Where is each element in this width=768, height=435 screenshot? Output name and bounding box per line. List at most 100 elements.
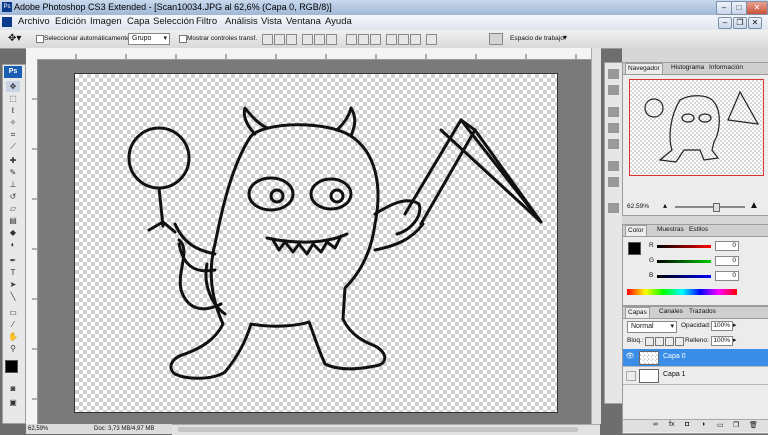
image-canvas[interactable] — [74, 73, 558, 413]
channel-g-value[interactable]: 0 — [715, 256, 739, 266]
layer-name[interactable]: Capa 1 — [663, 371, 686, 378]
slice-tool-icon[interactable]: ⟋ — [6, 141, 20, 152]
eraser-tool-icon[interactable]: ▱ — [6, 203, 20, 214]
doc-restore-icon[interactable]: ❐ — [733, 17, 747, 29]
tool-presets-panel-icon[interactable] — [608, 123, 619, 133]
zoom-slider[interactable] — [675, 206, 745, 208]
menu-filtro[interactable]: Filtro — [196, 16, 217, 27]
horizontal-scrollbar[interactable] — [172, 424, 600, 435]
new-group-icon[interactable]: ▭ — [717, 421, 724, 429]
align-right-icon[interactable] — [326, 34, 337, 45]
opacity-value[interactable]: 100% — [711, 321, 733, 331]
align-bottom-icon[interactable] — [286, 34, 297, 45]
layer-row-capa-1[interactable]: Capa 1 — [623, 367, 768, 385]
menu-capa[interactable]: Capa — [127, 16, 150, 27]
adjustment-layer-icon[interactable]: ◑ — [701, 421, 705, 428]
zoom-tool-icon[interactable]: ⚲ — [6, 343, 20, 354]
navigator-preview[interactable] — [629, 79, 764, 176]
lasso-tool-icon[interactable]: ℓ — [6, 105, 20, 116]
new-layer-icon[interactable]: ❐ — [733, 421, 739, 429]
workspace-icon[interactable] — [489, 33, 503, 45]
color-foreground-swatch[interactable] — [628, 242, 641, 255]
move-tool-icon[interactable]: ✥ — [6, 81, 20, 92]
move-tool-preset-icon[interactable]: ✥▾ — [8, 33, 21, 44]
blur-tool-icon[interactable]: ◆ — [6, 227, 20, 238]
tab-informacion[interactable]: Información — [707, 63, 745, 73]
workspace-chevron-icon[interactable]: ▾ — [563, 33, 567, 42]
notes-tool-icon[interactable]: ▭ — [6, 307, 20, 318]
channel-g-slider[interactable] — [657, 260, 711, 263]
visibility-eye-icon[interactable]: 👁 — [625, 352, 635, 362]
distribute-bottom-icon[interactable] — [370, 34, 381, 45]
menu-ventana[interactable]: Ventana — [286, 16, 321, 27]
channel-b-value[interactable]: 0 — [715, 271, 739, 281]
layer-style-icon[interactable]: fx — [669, 421, 674, 428]
distribute-right-icon[interactable] — [410, 34, 421, 45]
layer-row-capa-0[interactable]: 👁 Capa 0 — [623, 349, 768, 367]
brushes-panel-icon[interactable] — [608, 107, 619, 117]
menu-analisis[interactable]: Análisis — [225, 16, 258, 27]
fill-value[interactable]: 100% — [711, 336, 733, 346]
layer-comps-panel-icon[interactable] — [608, 203, 619, 213]
menu-archivo[interactable]: Archivo — [18, 16, 50, 27]
channel-r-value[interactable]: 0 — [715, 241, 739, 251]
lock-position-icon[interactable] — [665, 337, 674, 346]
quick-mask-icon[interactable]: ◙ — [6, 383, 20, 394]
tab-navegador[interactable]: Navegador — [625, 63, 663, 74]
tab-muestras[interactable]: Muestras — [655, 225, 686, 235]
clone-source-panel-icon[interactable] — [608, 139, 619, 149]
path-selection-tool-icon[interactable]: ➤ — [6, 279, 20, 290]
align-left-icon[interactable] — [302, 34, 313, 45]
history-brush-tool-icon[interactable]: ↺ — [6, 191, 20, 202]
marquee-tool-icon[interactable]: ⬚ — [6, 93, 20, 104]
lock-all-icon[interactable] — [675, 337, 684, 346]
zoom-slider-thumb[interactable] — [713, 203, 720, 212]
link-layers-icon[interactable]: ∞ — [653, 421, 658, 428]
status-zoom[interactable]: 62,59% — [28, 426, 48, 432]
type-tool-icon[interactable]: T — [6, 267, 20, 278]
horizontal-scroll-thumb[interactable] — [178, 427, 578, 432]
layer-mask-icon[interactable]: ◘ — [685, 421, 689, 428]
tab-canales[interactable]: Canales — [657, 307, 685, 317]
healing-brush-tool-icon[interactable]: ✚ — [6, 155, 20, 166]
visibility-toggle-empty[interactable] — [626, 371, 636, 381]
color-spectrum-bar[interactable] — [627, 289, 737, 295]
crop-tool-icon[interactable]: ⌗ — [6, 129, 20, 140]
menu-vista[interactable]: Vista — [261, 16, 282, 27]
lock-transparent-icon[interactable] — [645, 337, 654, 346]
dodge-tool-icon[interactable]: ◐ — [6, 239, 20, 250]
doc-close-icon[interactable]: ✕ — [748, 17, 762, 29]
align-vcenter-icon[interactable] — [274, 34, 285, 45]
lock-image-icon[interactable] — [655, 337, 664, 346]
blend-mode-dropdown[interactable]: Normal ▾ — [627, 321, 677, 333]
distribute-left-icon[interactable] — [386, 34, 397, 45]
delete-layer-icon[interactable]: 🗑 — [749, 421, 758, 429]
pen-tool-icon[interactable]: ✒ — [6, 255, 20, 266]
auto-align-icon[interactable] — [426, 34, 437, 45]
foreground-color-swatch[interactable] — [5, 360, 18, 373]
zoom-in-icon[interactable]: ▲ — [749, 200, 759, 211]
channel-r-slider[interactable] — [657, 245, 711, 248]
navigator-zoom[interactable]: 62.59% — [627, 203, 649, 210]
gradient-tool-icon[interactable]: ▤ — [6, 215, 20, 226]
show-transform-checkbox[interactable] — [179, 35, 187, 43]
actions-panel-icon[interactable] — [608, 85, 619, 95]
brush-tool-icon[interactable]: ✎ — [6, 167, 20, 178]
distribute-vcenter-icon[interactable] — [358, 34, 369, 45]
minimize-icon[interactable]: – — [716, 1, 732, 15]
tab-color[interactable]: Color — [625, 225, 647, 236]
maximize-icon[interactable]: □ — [731, 1, 747, 15]
workspace-label[interactable]: Espacio de trabajo — [510, 35, 564, 42]
history-panel-icon[interactable] — [608, 69, 619, 79]
hand-tool-icon[interactable]: ✋ — [6, 331, 20, 342]
align-hcenter-icon[interactable] — [314, 34, 325, 45]
menu-seleccion[interactable]: Selección — [153, 16, 194, 27]
distribute-hcenter-icon[interactable] — [398, 34, 409, 45]
tab-histograma[interactable]: Histograma — [669, 63, 706, 73]
align-top-icon[interactable] — [262, 34, 273, 45]
layer-name[interactable]: Capa 0 — [663, 353, 686, 360]
auto-select-checkbox[interactable] — [36, 35, 44, 43]
opacity-arrow-icon[interactable]: ▸ — [733, 321, 737, 329]
tab-capas[interactable]: Capas — [625, 307, 650, 318]
fill-arrow-icon[interactable]: ▸ — [733, 336, 737, 344]
